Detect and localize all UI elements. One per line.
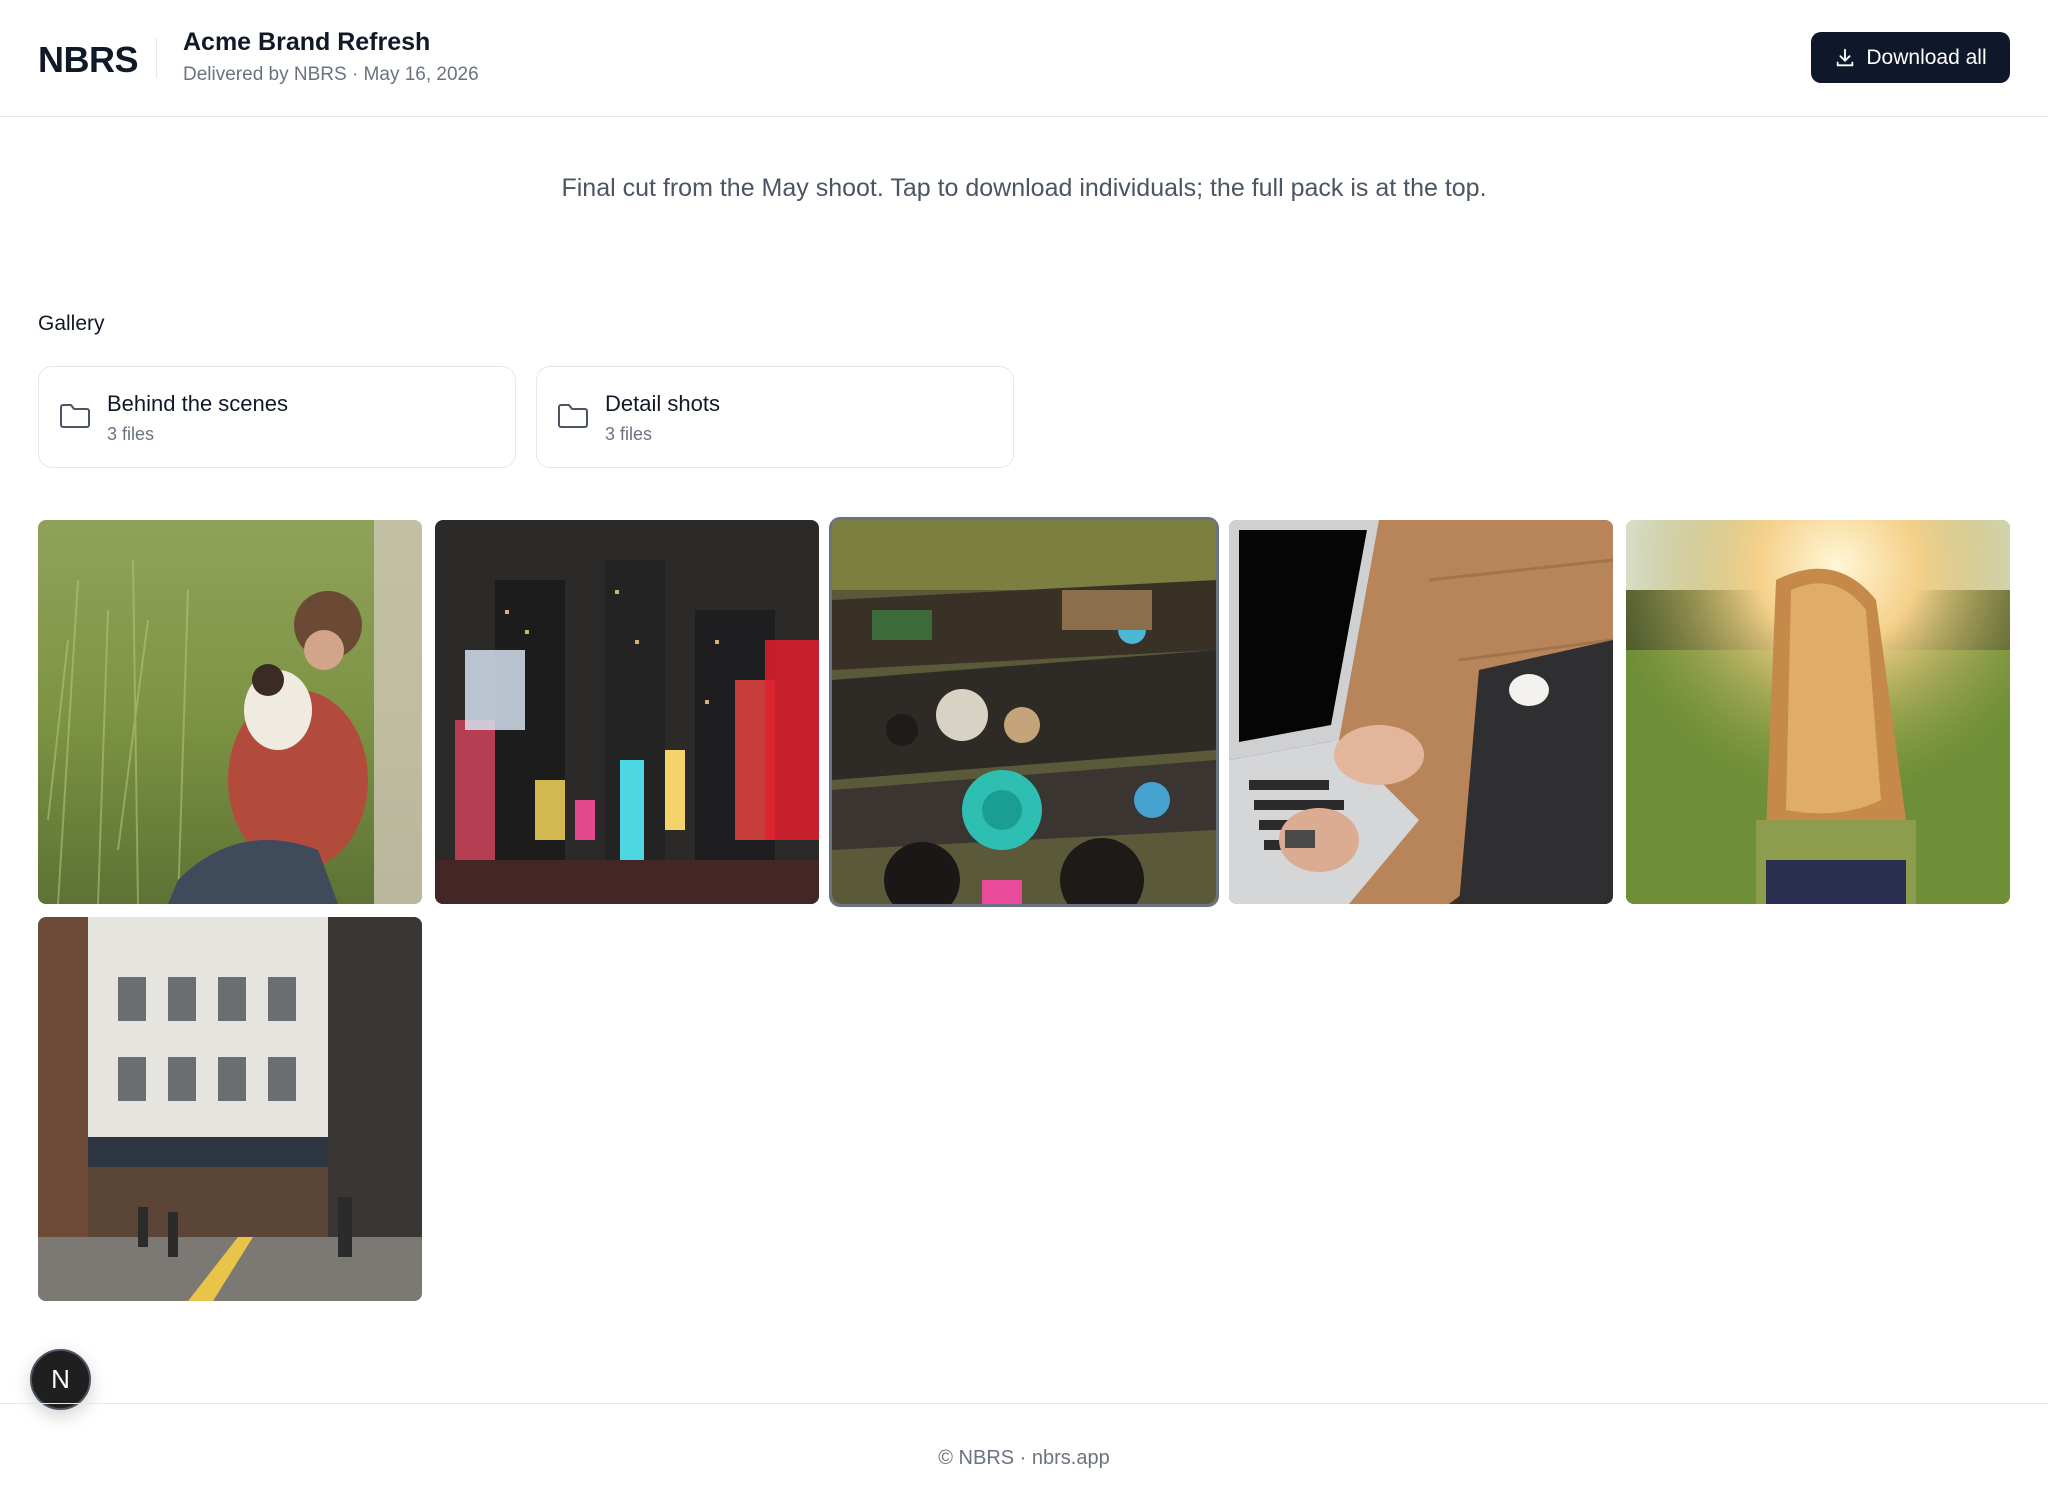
download-all-button[interactable]: Download all	[1811, 32, 2010, 83]
folder-icon	[557, 402, 589, 435]
folder-card-detail-shots[interactable]: Detail shots 3 files	[536, 366, 1014, 468]
delivery-meta: Delivered by NBRS · May 16, 2026	[183, 64, 479, 85]
download-icon	[1834, 47, 1856, 69]
nbrs-badge-button[interactable]: N	[30, 1349, 91, 1410]
delivery-description: Final cut from the May shoot. Tap to dow…	[561, 174, 1487, 202]
footer: © NBRS · nbrs.app	[0, 1403, 2048, 1510]
header-divider	[156, 38, 157, 78]
header: NBRS Acme Brand Refresh Delivered by NBR…	[0, 0, 2048, 117]
folder-file-count: 3 files	[107, 424, 155, 444]
folder-file-count: 3 files	[605, 424, 653, 444]
photo-thumbnail-city-night[interactable]	[435, 520, 819, 904]
photo-thumbnail-man-with-dog[interactable]	[38, 520, 422, 904]
photo-thumbnail-sunlit-field[interactable]	[1626, 520, 2010, 904]
folder-icon	[59, 402, 91, 435]
folder-name: Behind the scenes	[107, 391, 289, 416]
folder-card-behind-the-scenes[interactable]: Behind the scenes 3 files	[38, 366, 516, 468]
download-all-label: Download all	[1866, 45, 1987, 69]
page-title: Acme Brand Refresh	[183, 28, 431, 56]
folder-name: Detail shots	[605, 391, 720, 416]
footer-copyright: © NBRS · nbrs.app	[938, 1447, 1110, 1469]
gallery-heading: Gallery	[38, 312, 105, 335]
photo-thumbnail-london-street[interactable]	[38, 917, 422, 1301]
brand-logo[interactable]: NBRS	[38, 38, 139, 82]
photo-thumbnail-laptop[interactable]	[1229, 520, 1613, 904]
photo-thumbnail-floating-market[interactable]	[829, 517, 1219, 907]
